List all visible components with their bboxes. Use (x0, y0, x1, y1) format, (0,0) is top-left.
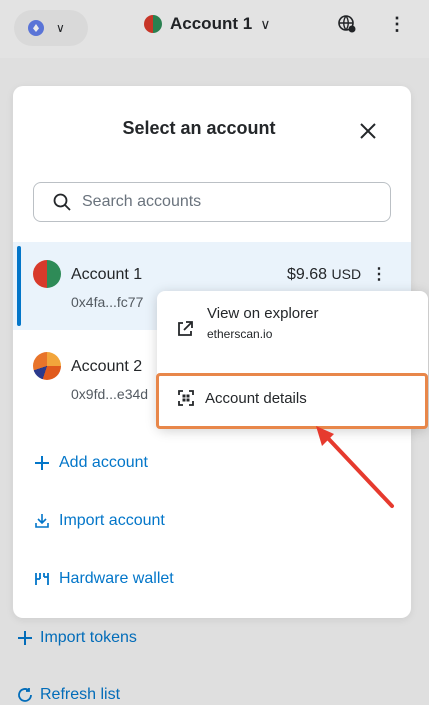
import-icon (35, 514, 49, 528)
search-box (33, 182, 391, 222)
hardware-wallet-label: Hardware wallet (59, 570, 174, 587)
account-address: 0x4fa...fc77 (71, 294, 144, 310)
external-link-icon (178, 321, 193, 336)
view-on-explorer-label: View on explorer (207, 305, 319, 322)
search-icon (53, 193, 71, 211)
account-avatar (33, 260, 61, 288)
highlight-box (156, 373, 428, 429)
account-address: 0x9fd...e34d (71, 386, 149, 402)
hardware-wallet-button[interactable]: Hardware wallet (33, 570, 174, 588)
modal-title: Select an account (122, 118, 276, 138)
account-name: Account 1 (71, 266, 143, 283)
balance-currency: USD (331, 266, 362, 282)
balance-amount: $9.68 (287, 266, 328, 283)
account-name: Account 2 (71, 358, 143, 375)
import-account-label: Import account (59, 512, 165, 529)
close-icon[interactable] (357, 120, 379, 142)
plus-icon (35, 456, 49, 470)
account-options-icon[interactable]: ⋮ (371, 264, 387, 284)
account-avatar (33, 352, 61, 380)
search-input[interactable] (82, 193, 372, 211)
import-account-button[interactable]: Import account (33, 512, 165, 530)
explorer-domain: etherscan.io (207, 327, 273, 341)
selected-indicator (17, 246, 21, 326)
add-account-button[interactable]: Add account (33, 454, 148, 472)
annotation-arrow (316, 426, 394, 508)
hardware-wallet-icon (35, 573, 49, 585)
view-on-explorer-item[interactable]: View on explorer etherscan.io (157, 305, 428, 365)
account-balance: $9.68 USD (287, 266, 361, 284)
add-account-label: Add account (59, 454, 148, 471)
modal-overlay-top (0, 0, 429, 58)
